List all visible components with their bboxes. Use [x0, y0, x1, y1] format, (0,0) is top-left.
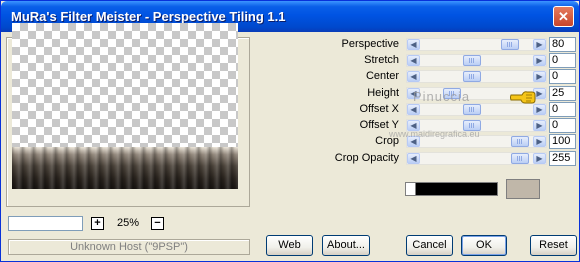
reset-button[interactable]: Reset [530, 235, 577, 256]
close-button[interactable]: ✕ [553, 6, 574, 27]
value-crop-opacity[interactable]: 255 [549, 151, 576, 166]
param-label-offset-x: Offset X [359, 103, 399, 115]
zoom-in-button[interactable]: + [91, 217, 104, 230]
filter-window: MuRa's Filter Meister - Perspective Tili… [0, 0, 580, 262]
slider-stretch[interactable]: ◀ ▶ [406, 54, 547, 67]
slider-right-arrow-icon[interactable]: ▶ [533, 55, 546, 66]
slider-center[interactable]: ◀ ▶ [406, 70, 547, 83]
slider-right-arrow-icon[interactable]: ▶ [533, 71, 546, 82]
slider-crop-opacity[interactable]: ◀ ▶ [406, 152, 547, 165]
value-center[interactable]: 0 [549, 69, 576, 84]
slider-left-arrow-icon[interactable]: ◀ [407, 153, 420, 164]
param-label-height: Height [367, 87, 399, 99]
watermark-name: Pinuccia [413, 89, 471, 104]
close-icon: ✕ [558, 8, 569, 24]
about-button[interactable]: About... [322, 235, 370, 256]
value-perspective[interactable]: 80 [549, 37, 576, 52]
slider-thumb[interactable] [501, 39, 519, 50]
window-title: MuRa's Filter Meister - Perspective Tili… [11, 9, 286, 24]
slider-right-arrow-icon[interactable]: ▶ [533, 120, 546, 131]
status-bar: Unknown Host ("9PSP") [8, 239, 250, 255]
preview-image[interactable] [12, 23, 238, 189]
param-label-offset-y: Offset Y [359, 119, 399, 131]
value-offset-x[interactable]: 0 [549, 102, 576, 117]
slider-thumb[interactable] [511, 153, 529, 164]
slider-left-arrow-icon[interactable]: ◀ [407, 104, 420, 115]
slider-thumb[interactable] [463, 104, 481, 115]
param-label-crop: Crop [375, 135, 399, 147]
slider-left-arrow-icon[interactable]: ◀ [407, 55, 420, 66]
color-strip-handle[interactable] [406, 183, 416, 195]
value-offset-y[interactable]: 0 [549, 118, 576, 133]
param-label-perspective: Perspective [341, 38, 399, 50]
pointing-hand-icon [510, 91, 536, 104]
slider-right-arrow-icon[interactable]: ▶ [533, 136, 546, 147]
preview-floor-texture [12, 147, 238, 189]
value-crop[interactable]: 100 [549, 134, 576, 149]
color-swatch[interactable] [506, 179, 540, 199]
color-gradient-bar[interactable] [405, 182, 498, 196]
zoom-out-button[interactable]: − [151, 217, 164, 230]
param-label-center: Center [365, 70, 399, 82]
zoom-field[interactable] [8, 216, 83, 231]
watermark-url: www.maidiregrafica.eu [389, 129, 480, 139]
slider-thumb[interactable] [463, 71, 481, 82]
slider-right-arrow-icon[interactable]: ▶ [533, 153, 546, 164]
slider-perspective[interactable]: ◀ ▶ [406, 38, 547, 51]
param-label-crop-opacity: Crop Opacity [334, 152, 399, 164]
slider-left-arrow-icon[interactable]: ◀ [407, 71, 420, 82]
slider-right-arrow-icon[interactable]: ▶ [533, 39, 546, 50]
param-label-stretch: Stretch [364, 54, 399, 66]
slider-left-arrow-icon[interactable]: ◀ [407, 39, 420, 50]
slider-thumb[interactable] [463, 55, 481, 66]
cancel-button[interactable]: Cancel [406, 235, 453, 256]
slider-thumb[interactable] [511, 136, 529, 147]
zoom-level: 25% [116, 217, 140, 229]
ok-button[interactable]: OK [461, 235, 507, 256]
web-button[interactable]: Web [266, 235, 313, 256]
value-height[interactable]: 25 [549, 86, 576, 101]
value-stretch[interactable]: 0 [549, 53, 576, 68]
